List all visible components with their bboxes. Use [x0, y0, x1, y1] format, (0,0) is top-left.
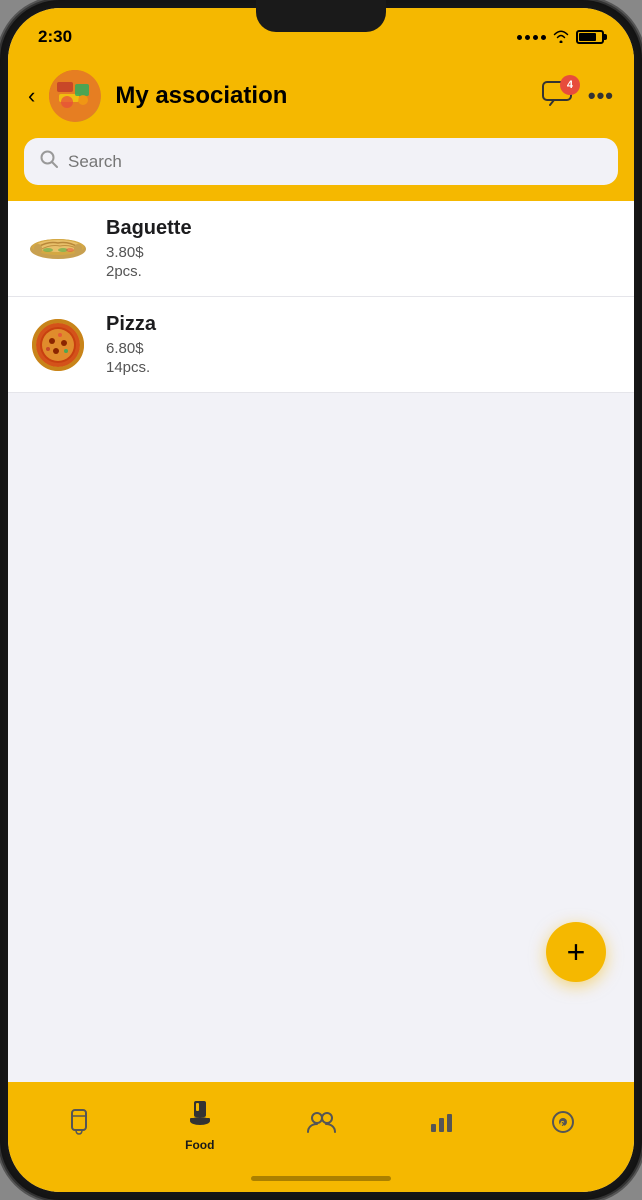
food-nav-label: Food: [185, 1138, 214, 1152]
search-input[interactable]: [68, 152, 602, 172]
nav-item-drinks[interactable]: [49, 1108, 109, 1143]
list-item[interactable]: Baguette 3.80$ 2pcs.: [8, 201, 634, 297]
content-wrapper: Baguette 3.80$ 2pcs.: [8, 201, 634, 1082]
notch: [256, 0, 386, 32]
phone-frame: 2:30: [0, 0, 642, 1200]
header: ‹ My association 4: [8, 60, 634, 138]
nav-item-members[interactable]: [291, 1110, 351, 1141]
wifi-icon: [552, 29, 570, 46]
stats-icon: [429, 1110, 455, 1141]
add-button[interactable]: +: [546, 922, 606, 982]
svg-text:€: €: [560, 1120, 565, 1129]
drinks-icon: [67, 1108, 91, 1143]
baguette-name: Baguette: [106, 217, 614, 240]
notification-badge: 4: [560, 75, 580, 95]
pizza-qty: 14pcs.: [106, 359, 614, 376]
baguette-price: 3.80$: [106, 244, 614, 261]
baguette-info: Baguette 3.80$ 2pcs.: [106, 217, 614, 280]
status-time: 2:30: [38, 27, 72, 47]
pizza-price: 6.80$: [106, 340, 614, 357]
nav-item-settings[interactable]: €: [533, 1109, 593, 1142]
members-icon: [306, 1110, 336, 1141]
content-area: Baguette 3.80$ 2pcs.: [8, 201, 634, 1082]
page-title: My association: [115, 82, 542, 110]
signal-dot-3: [533, 35, 538, 40]
add-icon: +: [567, 934, 586, 971]
chat-button[interactable]: 4: [542, 81, 572, 112]
food-list: Baguette 3.80$ 2pcs.: [8, 201, 634, 393]
battery-icon: [576, 30, 604, 44]
signal-dot-2: [525, 35, 530, 40]
search-container: [8, 138, 634, 201]
avatar: [49, 70, 101, 122]
pizza-image: [28, 315, 88, 375]
settings-icon: €: [550, 1109, 576, 1142]
status-icons: [517, 29, 604, 46]
list-item[interactable]: Pizza 6.80$ 14pcs.: [8, 297, 634, 393]
baguette-image: [28, 219, 88, 279]
header-actions: 4 •••: [542, 81, 614, 112]
nav-item-food[interactable]: Food: [170, 1099, 230, 1152]
screen: 2:30: [8, 8, 634, 1192]
search-icon: [40, 150, 58, 173]
baguette-qty: 2pcs.: [106, 263, 614, 280]
signal-dot-4: [541, 35, 546, 40]
nav-item-stats[interactable]: [412, 1110, 472, 1141]
bottom-nav: Food: [8, 1082, 634, 1164]
home-bar: [251, 1176, 391, 1181]
signal-dots: [517, 35, 546, 40]
food-icon: [186, 1099, 214, 1134]
search-bar: [24, 138, 618, 185]
back-button[interactable]: ‹: [28, 83, 35, 109]
home-indicator: [8, 1164, 634, 1192]
pizza-name: Pizza: [106, 313, 614, 336]
signal-dot-1: [517, 35, 522, 40]
pizza-info: Pizza 6.80$ 14pcs.: [106, 313, 614, 376]
more-button[interactable]: •••: [588, 83, 614, 109]
